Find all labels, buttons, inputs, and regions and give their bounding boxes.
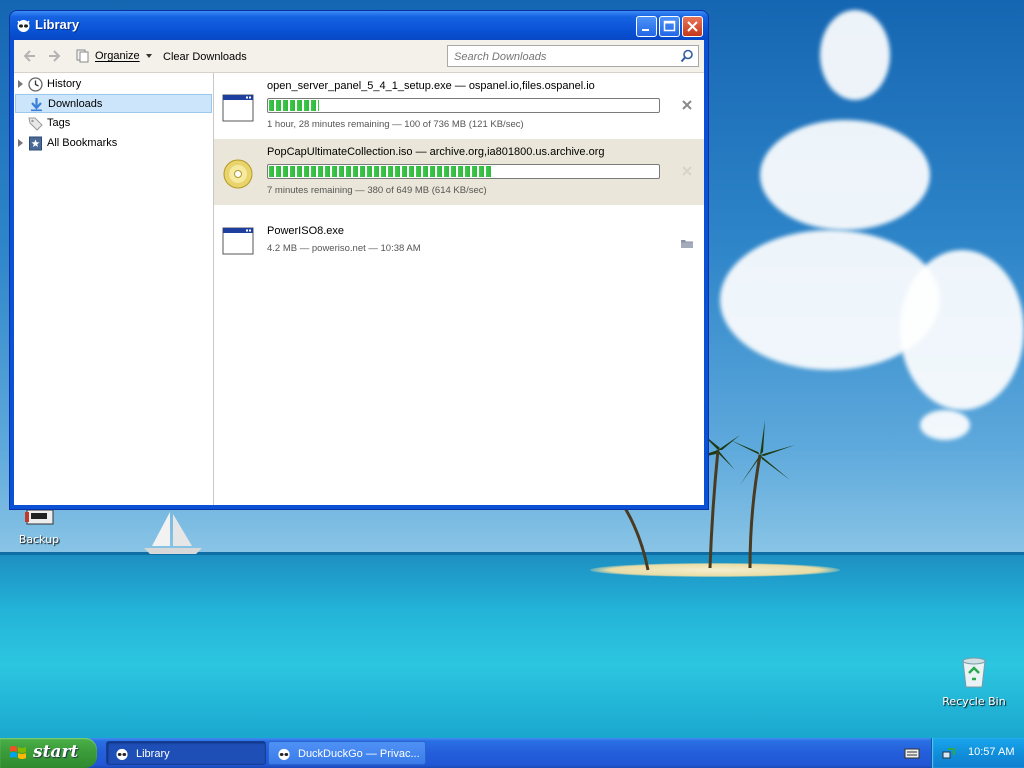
exe-file-icon <box>222 94 254 122</box>
search-icon[interactable] <box>680 49 694 63</box>
back-arrow-icon[interactable] <box>22 48 38 64</box>
sidebar-item-all-bookmarks[interactable]: All Bookmarks <box>15 134 212 153</box>
expand-arrow-icon[interactable] <box>18 80 23 88</box>
toolbar: Organize Clear Downloads <box>14 40 704 73</box>
sidebar-item-label: Downloads <box>48 98 103 110</box>
download-progress-bar <box>267 164 660 179</box>
taskbar-item-library[interactable]: Library <box>106 741 266 765</box>
network-icon[interactable] <box>942 746 956 760</box>
backup-icon <box>25 509 54 525</box>
download-status: 1 hour, 28 minutes remaining — 100 of 73… <box>267 119 524 130</box>
search-input[interactable] <box>452 48 676 66</box>
cloud <box>920 410 970 440</box>
dropdown-arrow-icon <box>145 54 152 58</box>
backup-label: Backup <box>18 533 60 546</box>
recycle-bin-icon <box>962 657 986 688</box>
clock[interactable]: 10:57 AM <box>968 746 1014 758</box>
expand-arrow-icon[interactable] <box>18 139 23 147</box>
sidebar-item-label: History <box>47 78 82 90</box>
cloud <box>760 120 930 230</box>
organize-icon <box>76 49 89 63</box>
cancel-download-icon[interactable] <box>680 164 694 178</box>
sidebar-item-label: All Bookmarks <box>47 137 118 149</box>
bookmarks-icon <box>29 136 42 151</box>
system-tray: 10:57 AM <box>931 738 1024 768</box>
recycle-bin-desktop-icon[interactable]: Recycle Bin <box>942 657 1006 708</box>
sidebar-item-label: Tags <box>47 117 71 129</box>
downloads-list: open_server_panel_5_4_1_setup.exe — ospa… <box>214 73 704 505</box>
exe-file-icon <box>222 227 254 255</box>
clear-downloads-button[interactable]: Clear Downloads <box>163 51 247 63</box>
download-name: PowerISO8.exe <box>267 225 345 237</box>
download-name: open_server_panel_5_4_1_setup.exe — ospa… <box>267 80 595 92</box>
download-item[interactable]: PopCapUltimateCollection.iso — archive.o… <box>214 139 704 205</box>
download-status: 7 minutes remaining — 380 of 649 MB (614… <box>267 185 487 196</box>
sidebar-item-history[interactable]: History <box>15 75 212 94</box>
cloud <box>900 250 1024 410</box>
taskbar-item-label: Library <box>136 748 170 760</box>
window-title: Library <box>35 17 80 32</box>
progress-fill <box>269 100 319 111</box>
taskbar-item-label: DuckDuckGo — Privac... <box>298 748 420 760</box>
sea <box>0 555 1024 738</box>
download-item[interactable]: PowerISO8.exe 4.2 MB — poweriso.net — 10… <box>214 205 704 271</box>
library-client-area: Organize Clear Downloads History <box>14 40 704 505</box>
maximize-button[interactable] <box>659 16 680 37</box>
download-progress-bar <box>267 98 660 113</box>
title-bar[interactable]: Library <box>10 11 708 40</box>
raccoon-app-icon <box>278 748 290 761</box>
windows-logo-icon <box>10 746 26 759</box>
start-button[interactable]: start <box>0 738 97 768</box>
backup-desktop-icon[interactable]: Backup <box>16 507 62 546</box>
forward-arrow-icon[interactable] <box>46 48 62 64</box>
sailboat <box>144 512 202 554</box>
maximize-icon <box>663 20 676 32</box>
cloud <box>820 10 890 100</box>
organize-button[interactable]: Organize <box>76 49 153 63</box>
progress-fill <box>269 166 493 177</box>
cancel-download-icon[interactable] <box>680 98 694 112</box>
taskbar: start Library DuckDuckGo — Privac... 10:… <box>0 738 1024 768</box>
tags-icon <box>28 117 43 131</box>
download-name: PopCapUltimateCollection.iso — archive.o… <box>267 146 605 158</box>
close-icon <box>687 21 698 32</box>
downloads-icon <box>31 98 42 112</box>
raccoon-app-icon <box>17 20 30 32</box>
close-button[interactable] <box>682 16 703 37</box>
download-status: 4.2 MB — poweriso.net — 10:38 AM <box>267 243 421 254</box>
taskbar-item-browser[interactable]: DuckDuckGo — Privac... <box>268 741 426 765</box>
start-label: start <box>33 742 79 762</box>
keyboard-icon[interactable] <box>904 746 920 760</box>
raccoon-app-icon <box>116 748 128 761</box>
history-icon <box>28 77 43 92</box>
minimize-icon <box>642 29 649 31</box>
library-window: Library Organize Clear Downloads Search … <box>10 11 708 509</box>
open-folder-icon[interactable] <box>680 236 694 250</box>
sidebar-item-tags[interactable]: Tags <box>15 114 212 133</box>
library-sidebar: History Downloads Tags All Bookmarks <box>14 73 214 505</box>
download-item[interactable]: open_server_panel_5_4_1_setup.exe — ospa… <box>214 73 704 139</box>
recycle-bin-label: Recycle Bin <box>942 695 1006 708</box>
minimize-button[interactable] <box>636 16 657 37</box>
disc-image-icon <box>223 159 253 189</box>
search-downloads-box[interactable] <box>447 45 699 67</box>
sidebar-item-downloads[interactable]: Downloads <box>15 94 212 113</box>
organize-label: Organize <box>95 49 140 62</box>
